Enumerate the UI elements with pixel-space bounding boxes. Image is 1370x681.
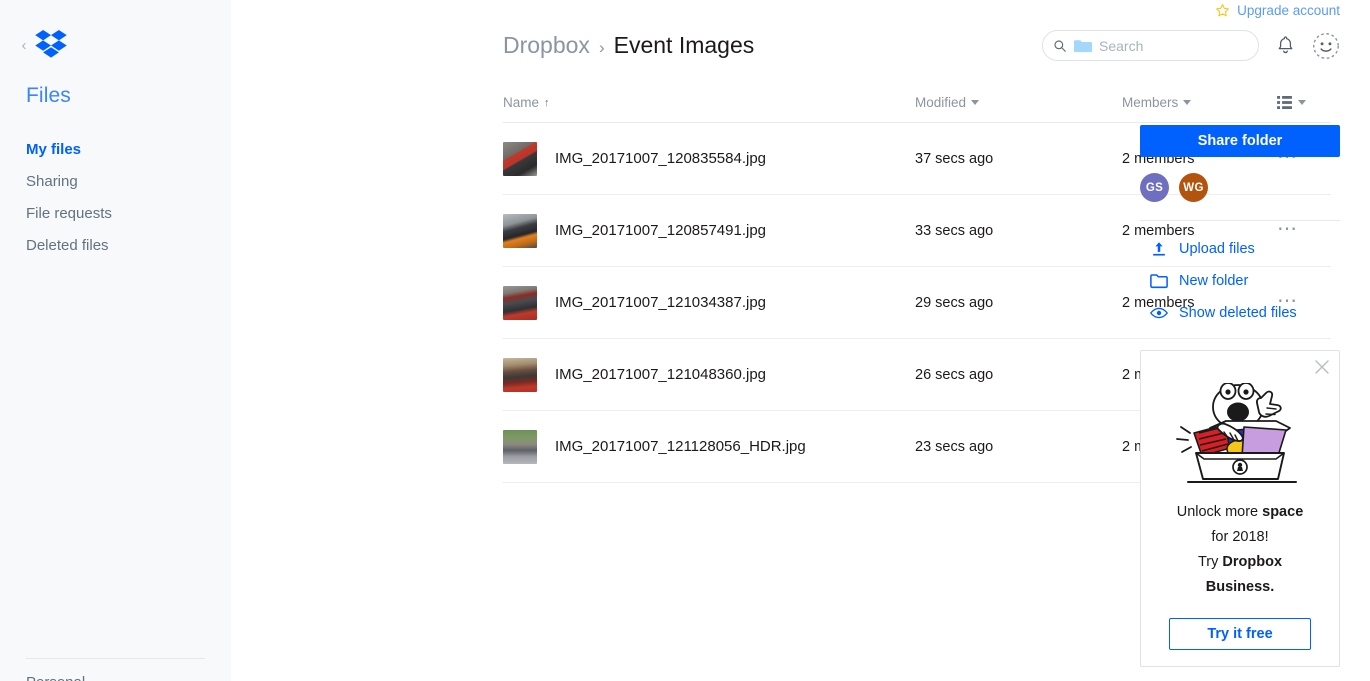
file-name-cell: IMG_20171007_121128056_HDR.jpg — [503, 429, 915, 464]
breadcrumb-current: Event Images — [613, 32, 755, 58]
search-box[interactable] — [1042, 30, 1259, 61]
file-modified: 33 secs ago — [915, 222, 994, 239]
promo-card: Unlock more space for 2018! Try Dropbox … — [1140, 350, 1340, 667]
column-label-modified: Modified — [915, 95, 967, 110]
column-header-members[interactable]: Members — [1122, 95, 1277, 110]
file-modified: 37 secs ago — [915, 150, 994, 167]
new-folder-action[interactable]: New folder — [1140, 265, 1340, 297]
left-sidebar: ‹ Files My files Sharing File requests D… — [0, 0, 231, 681]
list-view-icon — [1277, 96, 1292, 109]
user-avatar-icon[interactable] — [1312, 32, 1340, 60]
file-thumbnail — [503, 213, 537, 248]
search-input[interactable] — [1099, 37, 1248, 54]
upload-files-action[interactable]: Upload files — [1140, 233, 1340, 265]
sidebar-item-file-requests[interactable]: File requests — [0, 198, 231, 230]
file-name: IMG_20171007_120835584.jpg — [555, 150, 767, 167]
promo-line1-prefix: Unlock more — [1176, 504, 1263, 520]
breadcrumb-separator: › — [598, 38, 605, 57]
member-avatars: GS WG — [1140, 173, 1340, 202]
file-thumbnail — [503, 141, 537, 176]
panel-actions: Upload files New folder Show deleted fil… — [1140, 221, 1340, 329]
sidebar-nav: My files Sharing File requests Deleted f… — [0, 108, 231, 262]
logo-row: ‹ — [0, 0, 231, 62]
avatar[interactable]: GS — [1140, 173, 1169, 202]
file-modified: 26 secs ago — [915, 366, 994, 383]
column-header-modified[interactable]: Modified — [915, 95, 1122, 110]
promo-line-1: Unlock more space — [1157, 500, 1323, 525]
new-folder-label: New folder — [1179, 273, 1249, 289]
file-name: IMG_20171007_121048360.jpg — [555, 366, 767, 383]
sidebar-item-my-files[interactable]: My files — [0, 134, 231, 166]
right-panel: Share folder GS WG Upload files New fold… — [1140, 125, 1340, 329]
promo-line3-prefix: Try — [1197, 554, 1223, 570]
share-folder-button[interactable]: Share folder — [1140, 125, 1340, 157]
search-icon — [1054, 39, 1066, 52]
promo-text: Unlock more space for 2018! Try Dropbox … — [1141, 488, 1339, 600]
bell-icon[interactable] — [1276, 35, 1295, 56]
try-it-free-button[interactable]: Try it free — [1169, 618, 1311, 650]
sidebar-footer: Personal — [0, 658, 231, 681]
folder-icon — [1074, 39, 1092, 52]
promo-line4-bold: Business. — [1205, 579, 1275, 595]
file-modified: 23 secs ago — [915, 438, 994, 455]
upgrade-account-link[interactable]: Upgrade account — [1237, 3, 1340, 18]
promo-line-3: Try Dropbox — [1157, 550, 1323, 575]
top-bar: Dropbox › Event Images — [503, 30, 1340, 61]
promo-line3-bold: Dropbox — [1222, 554, 1283, 570]
column-label-name: Name — [503, 95, 540, 110]
sidebar-item-sharing[interactable]: Sharing — [0, 166, 231, 198]
top-bar-right — [1042, 30, 1340, 61]
eye-icon — [1150, 307, 1168, 319]
folder-icon — [1150, 274, 1168, 289]
file-modified: 29 secs ago — [915, 294, 994, 311]
sidebar-account-type[interactable]: Personal — [26, 659, 231, 681]
promo-line-4: Business. — [1157, 575, 1323, 600]
file-name-cell: IMG_20171007_121048360.jpg — [503, 357, 915, 392]
sidebar-item-deleted-files[interactable]: Deleted files — [0, 230, 231, 262]
promo-line1-bold: space — [1262, 504, 1304, 520]
show-deleted-files-action[interactable]: Show deleted files — [1140, 297, 1340, 329]
column-label-members: Members — [1122, 95, 1179, 110]
breadcrumb: Dropbox › Event Images — [503, 32, 754, 59]
dropbox-dog-treasure-chest-illustration — [1176, 383, 1297, 483]
upgrade-account-row[interactable]: Upgrade account — [1215, 3, 1340, 18]
chevron-down-icon — [971, 100, 980, 105]
main-content: Upgrade account Dropbox › Event Images S… — [231, 0, 1370, 681]
file-name-cell: IMG_20171007_120857491.jpg — [503, 213, 915, 248]
file-thumbnail — [503, 285, 537, 320]
star-icon — [1216, 4, 1230, 17]
sidebar-section-title: Files — [26, 84, 71, 107]
column-header-name[interactable]: Name ↑ — [503, 95, 915, 110]
dropbox-logo[interactable] — [34, 30, 68, 60]
breadcrumb-root[interactable]: Dropbox — [503, 32, 590, 59]
file-thumbnail — [503, 429, 537, 464]
file-name: IMG_20171007_121034387.jpg — [555, 294, 767, 311]
avatar[interactable]: WG — [1179, 173, 1208, 202]
sort-ascending-icon: ↑ — [544, 96, 550, 109]
file-thumbnail — [503, 357, 537, 392]
show-deleted-files-label: Show deleted files — [1179, 305, 1297, 321]
chevron-left-icon[interactable]: ‹ — [18, 35, 30, 55]
upload-files-label: Upload files — [1179, 241, 1255, 257]
chevron-down-icon — [1298, 100, 1306, 105]
view-options-button[interactable] — [1277, 96, 1331, 109]
promo-illustration-wrap — [1141, 351, 1339, 488]
dropbox-app: ‹ Files My files Sharing File requests D… — [0, 0, 1370, 681]
file-name: IMG_20171007_120857491.jpg — [555, 222, 767, 239]
file-name-cell: IMG_20171007_120835584.jpg — [503, 141, 915, 176]
upload-icon — [1153, 242, 1165, 256]
table-header-row: Name ↑ Modified Members — [503, 95, 1331, 123]
chevron-down-icon — [1183, 100, 1192, 105]
file-name: IMG_20171007_121128056_HDR.jpg — [555, 438, 806, 455]
close-icon[interactable] — [1315, 360, 1329, 374]
file-name-cell: IMG_20171007_121034387.jpg — [503, 285, 915, 320]
promo-line-2: for 2018! — [1211, 529, 1269, 545]
